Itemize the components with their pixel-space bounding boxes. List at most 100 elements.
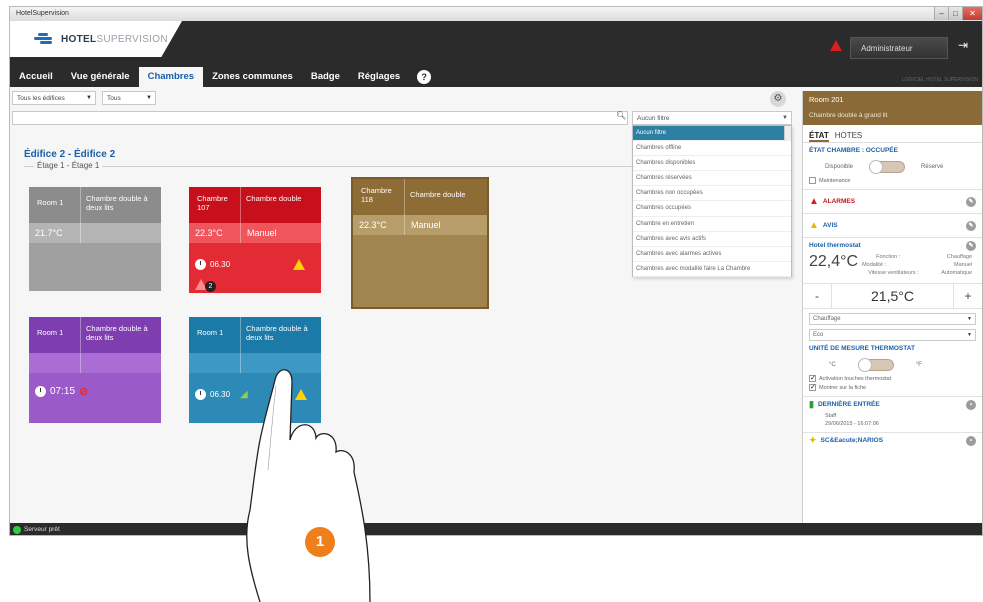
window-titlebar: HotelSupervision – □ ✕ (10, 7, 982, 21)
room-card[interactable]: Chambre 107 Chambre double 22.3°C Manuel 0… (189, 187, 321, 293)
room-name: Room 1 (29, 317, 81, 353)
room-type: Chambre double à deux lits (86, 194, 148, 212)
tab-accueil[interactable]: Accueil (10, 67, 62, 87)
filter-option[interactable]: Aucun filtre (633, 126, 791, 142)
reserved-label: Réservé (921, 164, 944, 170)
room-type: Chambre double à deux lits (86, 324, 148, 342)
room-card[interactable]: Room 1 Chambre double à deux lits 07:15 ⊘ (29, 317, 161, 423)
status-bar: Serveur prêt (10, 523, 982, 535)
floor-label: Étage 1 - Étage 1 (34, 161, 103, 170)
room-card[interactable]: Chambre 118 Chambre double 22.3°C Manuel (351, 177, 489, 309)
alert-icon[interactable] (830, 40, 842, 51)
thermostat-info: 22,4°C Fonction : Chauffage Modalité : Man… (803, 253, 982, 277)
window-title: HotelSupervision (16, 10, 69, 17)
activation-checkbox[interactable]: ✓ (809, 375, 816, 382)
room-mode (81, 353, 161, 373)
filter-option[interactable]: Chambre en entretien (633, 217, 791, 232)
warning-icon: ▲ (809, 220, 819, 231)
room-mode: Manuel (247, 228, 277, 238)
filter-option[interactable]: Chambres offline (633, 141, 791, 157)
edit-icon[interactable]: ✎ (966, 240, 976, 251)
edit-icon[interactable]: ✎ (966, 220, 976, 231)
dropdown-scrollbar[interactable] (784, 126, 791, 142)
floor-select[interactable]: Tous ▼ (102, 91, 156, 105)
tab-chambres[interactable]: Chambres (138, 67, 204, 87)
room-name: Room 1 (29, 187, 81, 223)
tab-zones-communes[interactable]: Zones communes (203, 67, 302, 87)
tab-hotes[interactable]: HOTES (835, 131, 863, 142)
room-mode: Manuel (411, 220, 441, 230)
available-label: Disponible (825, 164, 854, 170)
tab-badge[interactable]: Badge (302, 67, 349, 87)
chevron-down-icon: ▼ (782, 115, 788, 121)
room-type: Chambre double (246, 194, 302, 203)
filter-option[interactable]: Chambres non occupées (633, 186, 791, 202)
availability-toggle[interactable] (869, 160, 906, 174)
filter-option[interactable]: Chambres avec avis actifs (633, 232, 791, 247)
logout-icon[interactable]: ⇥ (958, 38, 974, 56)
tab-etat[interactable]: ÉTAT (809, 131, 829, 142)
version-label: LOGICIEL HOTEL SUPERVISION (901, 77, 978, 83)
increase-button[interactable]: + (954, 289, 982, 303)
eco-select[interactable]: Eco ▼ (809, 329, 976, 341)
filter-option[interactable]: Chambres réservées (633, 171, 791, 187)
room-filter-select[interactable]: Aucun filtre ▼ (632, 111, 792, 125)
filter-option[interactable]: Chambres disponibles (633, 156, 791, 172)
alarms-row[interactable]: ▲ ALARMES ✎ (803, 189, 982, 213)
function-select[interactable]: Chauffage ▼ (809, 313, 976, 325)
alarm-icon: ▲ (809, 196, 819, 207)
filter-option[interactable]: Chambres occupées (633, 201, 791, 217)
help-icon[interactable]: ? (417, 70, 432, 84)
filter-option[interactable]: Chambres avec alarmes actives (633, 247, 791, 262)
chevron-down-icon: ▼ (86, 95, 92, 101)
room-state-title: ÉTAT CHAMBRE : OCCUPÉE (809, 147, 898, 154)
filter-option[interactable]: Chambres avec modalité faire La Chambre (633, 262, 791, 277)
room-type: Chambre double à deux lits (246, 324, 308, 342)
search-icon[interactable]: 🔍︎ (616, 111, 626, 120)
tab-reglages[interactable]: Réglages (349, 67, 409, 87)
room-temperature: 22.3°C (189, 223, 241, 243)
close-window-button[interactable]: ✕ (962, 7, 982, 20)
celsius-label: °C (829, 362, 836, 368)
activation-checkbox-row: ✓ Activation touches thermostat (809, 375, 892, 382)
more-icon[interactable]: • (966, 435, 976, 446)
maximize-button[interactable]: □ (948, 7, 962, 20)
settings-gear-icon[interactable]: ⚙ (770, 91, 786, 107)
maintenance-label: Maintenance (819, 177, 851, 184)
clock-icon (195, 389, 206, 400)
panel-tabs: ÉTAT HOTES (803, 125, 982, 143)
building-select[interactable]: Tous les édifices ▼ (12, 91, 96, 105)
thermostat-row[interactable]: Hotel thermostat ✎ (803, 237, 982, 253)
unit-toggle-row: °C °F (803, 356, 982, 374)
last-entry-row[interactable]: ▮ DERNIÈRE ENTRÉE • (803, 396, 982, 412)
search-input[interactable] (12, 111, 628, 125)
room-type: Chambre double (410, 190, 466, 199)
panel-room-type: Chambre double à grand lit (809, 112, 888, 119)
more-icon[interactable]: • (966, 399, 976, 410)
minimize-button[interactable]: – (934, 7, 948, 20)
window-controls: – □ ✕ (934, 7, 982, 21)
room-name: Chambre 118 (353, 179, 405, 215)
availability-toggle-row: Disponible Réservé (803, 158, 982, 176)
tab-vue-generale[interactable]: Vue générale (62, 67, 139, 87)
maintenance-checkbox-row: Maintenance (803, 176, 982, 185)
status-ok-icon (13, 526, 21, 534)
room-time: 06.30 (210, 260, 231, 269)
user-menu-button[interactable]: Administrateur (850, 37, 948, 59)
maintenance-checkbox[interactable] (809, 177, 816, 184)
edit-icon[interactable]: ✎ (966, 196, 976, 207)
logo-text: HOTELSUPERVISION (61, 33, 168, 45)
scenarios-row[interactable]: ✦ SC&Eacute;NARIOS • (803, 432, 982, 448)
status-text: Serveur prêt (24, 526, 60, 533)
decrease-button[interactable]: - (803, 289, 831, 303)
room-card[interactable]: Room 1 Chambre double à deux lits 21.7°C (29, 187, 161, 291)
clock-icon (195, 259, 206, 270)
panel-room-name: Room 201 (809, 95, 844, 104)
no-heating-icon: ⊘ (79, 386, 89, 398)
logo-mark-icon (34, 33, 56, 45)
fahrenheit-label: °F (915, 362, 922, 368)
unit-toggle[interactable] (857, 358, 894, 372)
show-on-card-checkbox[interactable]: ✓ (809, 384, 816, 391)
setpoint-value: 21,5°C (831, 283, 954, 309)
notices-row[interactable]: ▲ AVIS ✎ (803, 213, 982, 237)
